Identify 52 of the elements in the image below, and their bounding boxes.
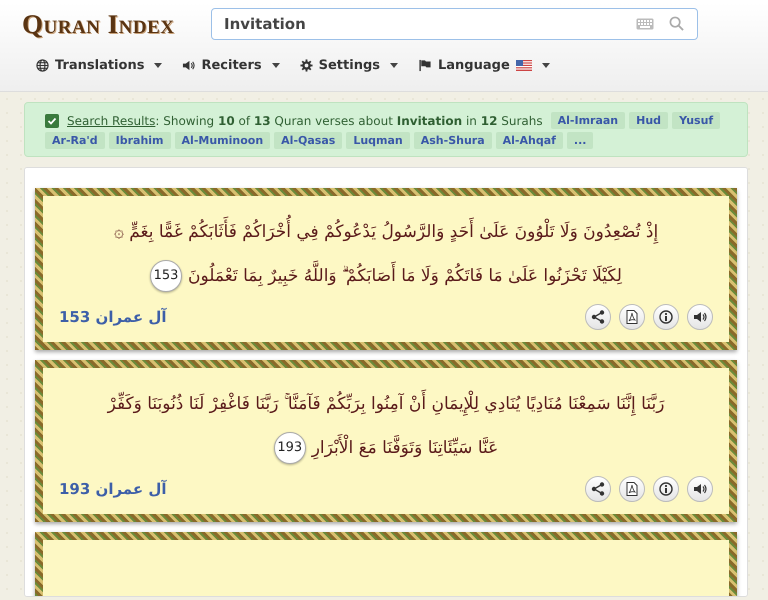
caret-icon — [272, 63, 280, 68]
surah-tag[interactable]: Al-Muminoon — [174, 132, 270, 149]
globe-icon — [36, 59, 49, 72]
verse-reference[interactable]: آل عمران 153 — [59, 308, 166, 326]
surah-tag[interactable]: Hud — [629, 112, 668, 129]
surah-tag[interactable]: ... — [566, 132, 594, 149]
caret-icon — [154, 63, 162, 68]
caret-icon — [390, 63, 398, 68]
surah-tag[interactable]: Yusuf — [672, 112, 720, 129]
surah-tag[interactable]: Al-Qasas — [274, 132, 342, 149]
pdf-button[interactable] — [619, 304, 645, 330]
verse-reference[interactable]: آل عمران 193 — [59, 480, 166, 498]
info-button[interactable] — [653, 476, 679, 502]
share-button[interactable] — [585, 476, 611, 502]
info-button[interactable] — [653, 304, 679, 330]
search-results-link[interactable]: Search Results — [67, 114, 156, 128]
share-icon — [591, 482, 605, 496]
audio-button[interactable] — [687, 476, 713, 502]
pdf-file-icon — [626, 310, 638, 324]
speaker-icon — [693, 482, 707, 496]
share-button[interactable] — [585, 304, 611, 330]
share-icon — [591, 310, 605, 324]
pdf-button[interactable] — [619, 476, 645, 502]
checkbox[interactable] — [45, 114, 59, 128]
verse-number: 153 — [150, 260, 182, 292]
surah-tag[interactable]: Luqman — [346, 132, 410, 149]
surah-tag[interactable]: Ash-Shura — [414, 132, 492, 149]
surah-tag[interactable]: Ibrahim — [108, 132, 171, 149]
flag-icon — [418, 59, 432, 72]
site-logo[interactable]: Quran Index — [22, 8, 187, 40]
verse-text-line: لِكَيْلَا تَحْزَنُوا عَلَىٰ مَا فَاتَكُمْ وَلَا مَا أَصَابَكُمْ ۗ وَاللَّهُ خَبِيرٌ بِمَا تَعْمَلُونَ — [188, 254, 622, 298]
results-summary: : Showing 10 of 13 Quran verses about Invitation in 12 Surahs — [155, 114, 543, 128]
surah-tag[interactable]: Ar-Ra'd — [45, 132, 105, 149]
pdf-file-icon — [626, 482, 638, 496]
verse-text-line: رَبَّنَا إِنَّنَا سَمِعْنَا مُنَادِيًا يُنَادِي لِلْإِيمَانِ أَنْ آمِنُوا بِرَبِّكُمْ فَآمَنَّا ۚ رَبَّنَا فَاغْفِرْ لَنَا ذُنُوبَنَا وَكَفِّرْ — [108, 382, 664, 426]
menu-dropdown[interactable]: Settings — [300, 54, 398, 77]
menu-dropdown[interactable]: Language — [418, 54, 550, 77]
verse-text-line: عَنَّا سَيِّئَاتِنَا وَتَوَفَّنَا مَعَ الْأَبْرَارِ — [312, 426, 498, 470]
speaker-icon — [693, 310, 707, 324]
verse-text-line: إِذْ تُصْعِدُونَ وَلَا تَلْوُونَ عَلَىٰ أَحَدٍ وَالرَّسُولُ يَدْعُوكُمْ فِي أُخْرَاكُمْ فَأَثَابَكُمْ غَمًّا بِغَمٍّ ۞ — [114, 210, 658, 254]
verse-number: 193 — [274, 432, 306, 464]
menu-dropdown[interactable]: Translations — [36, 54, 162, 77]
speaker-icon — [182, 59, 196, 72]
audio-button[interactable] — [687, 304, 713, 330]
surah-tag[interactable]: Al-Imraan — [550, 112, 626, 129]
gear-icon — [300, 59, 313, 72]
us-flag-icon — [516, 60, 532, 71]
caret-icon — [542, 63, 550, 68]
info-icon — [659, 482, 673, 496]
menu-dropdown[interactable]: Reciters — [182, 54, 280, 77]
surah-tag[interactable]: Al-Ahqaf — [496, 132, 563, 149]
info-icon — [659, 310, 673, 324]
